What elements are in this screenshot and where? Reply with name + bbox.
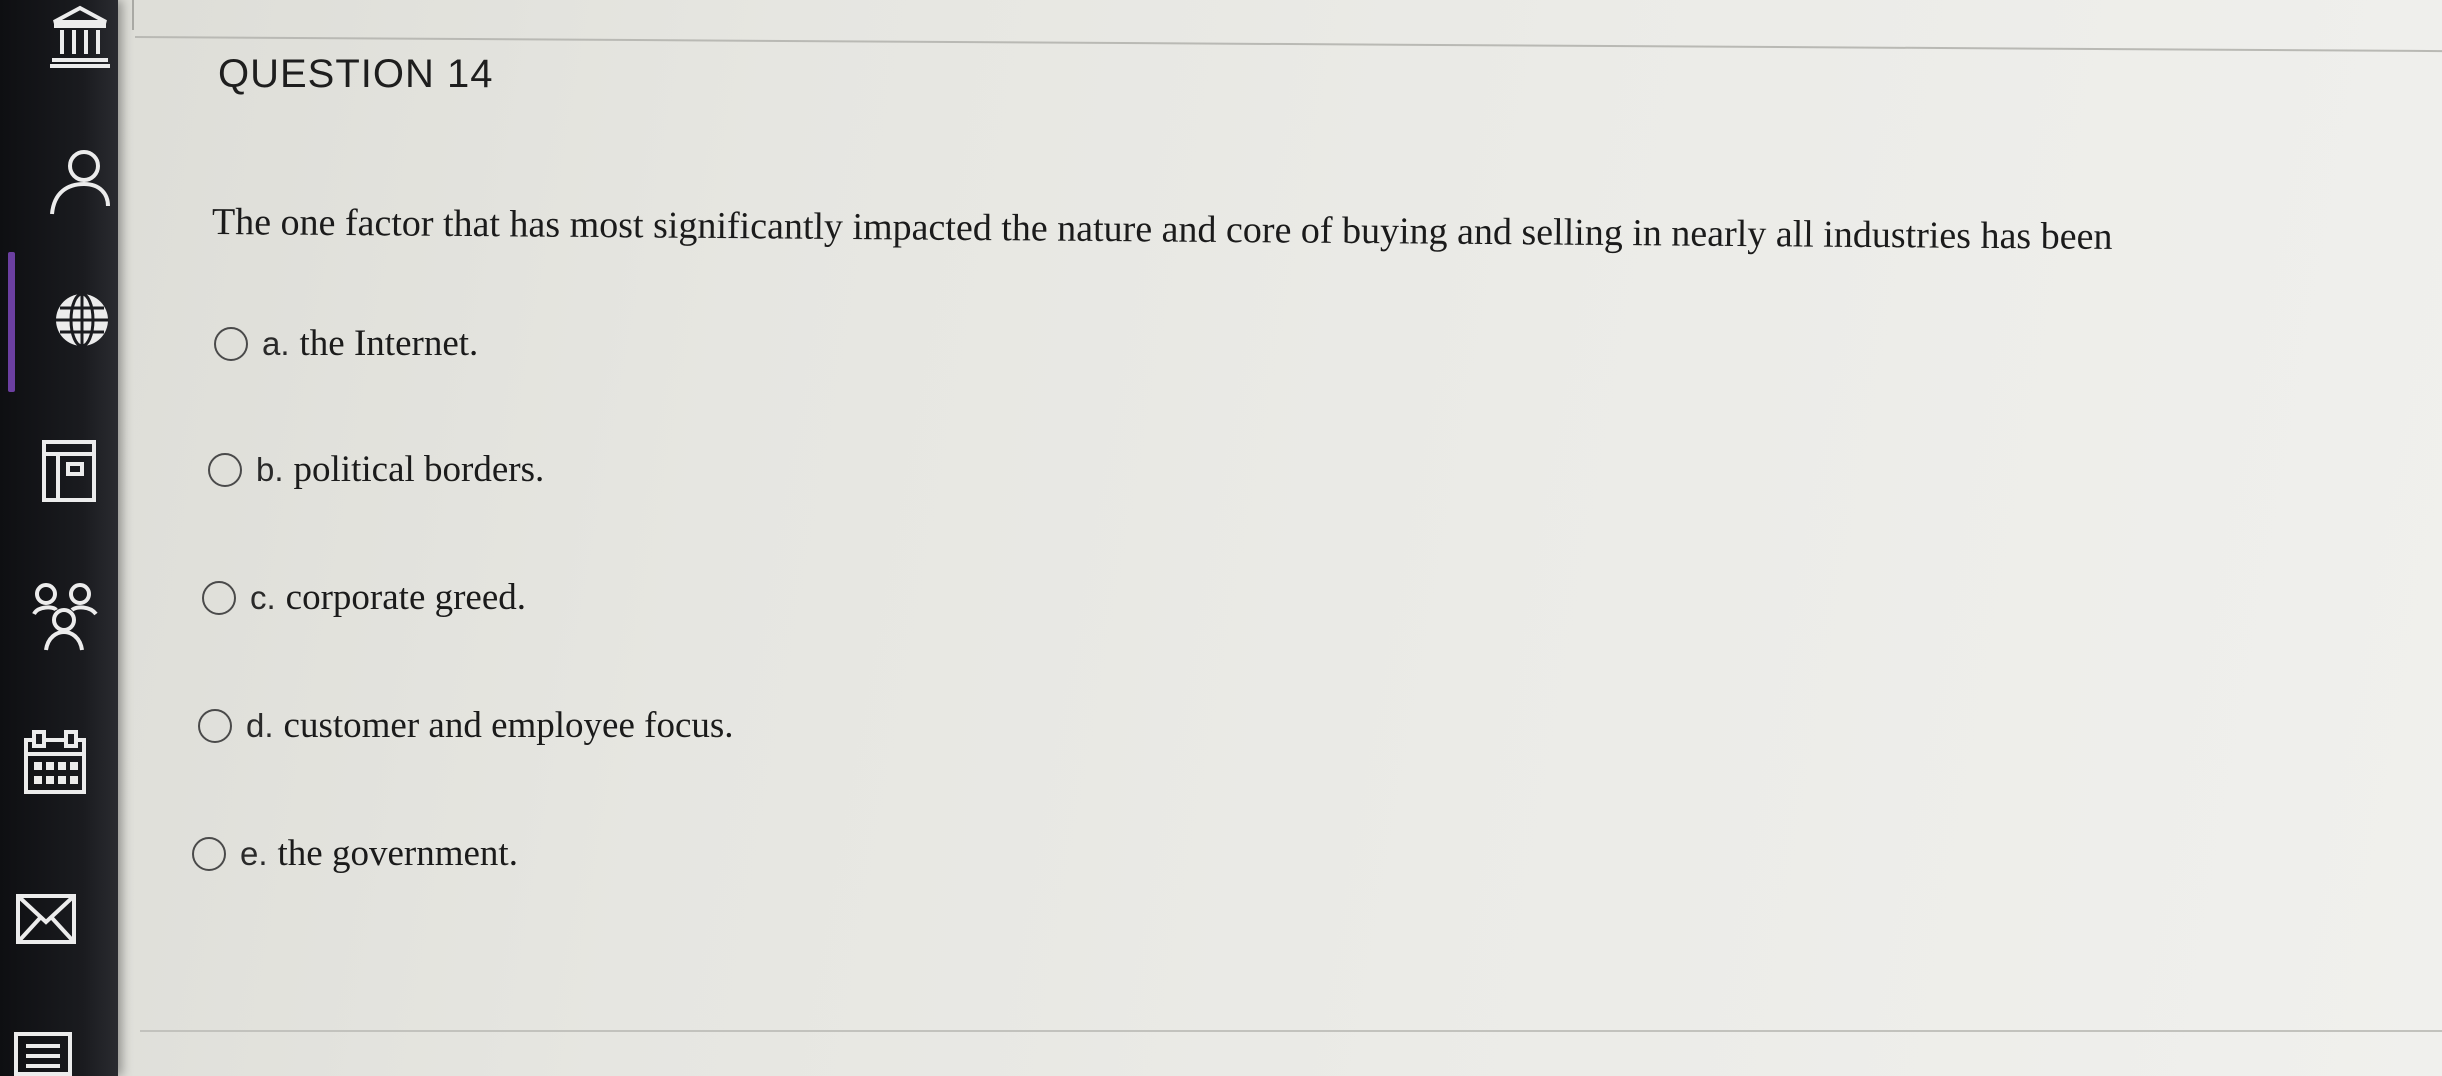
answer-option-b[interactable]: b. political borders. <box>208 448 544 491</box>
answer-option-d[interactable]: d. customer and employee focus. <box>198 704 734 747</box>
question-divider <box>140 1030 2442 1032</box>
radio-button-b[interactable] <box>208 452 242 487</box>
grades-icon[interactable] <box>12 1030 74 1076</box>
active-nav-indicator <box>8 252 15 392</box>
option-letter: d. <box>246 706 274 744</box>
organizations-icon[interactable] <box>40 438 100 504</box>
option-text: the government. <box>277 833 518 874</box>
answer-option-e[interactable]: e. the government. <box>192 832 518 875</box>
option-text: customer and employee focus. <box>283 705 734 746</box>
account-icon[interactable] <box>44 146 110 218</box>
institution-icon[interactable] <box>48 2 112 70</box>
messages-icon[interactable] <box>14 892 78 946</box>
option-text: corporate greed. <box>285 577 527 618</box>
groups-icon[interactable] <box>30 580 102 652</box>
option-text: the Internet. <box>299 323 479 364</box>
radio-button-e[interactable] <box>192 836 226 871</box>
left-sidebar <box>0 0 118 1076</box>
radio-button-a[interactable] <box>214 326 248 361</box>
courses-icon[interactable] <box>50 290 110 350</box>
option-letter: c. <box>250 578 276 616</box>
radio-button-d[interactable] <box>198 708 232 743</box>
question-text: The one factor that has most significant… <box>211 201 2113 258</box>
calendar-icon[interactable] <box>22 730 88 796</box>
answer-option-c[interactable]: c. corporate greed. <box>202 576 526 619</box>
option-letter: a. <box>262 324 290 362</box>
option-text: political borders. <box>293 449 545 490</box>
panel-top-border <box>135 0 2442 53</box>
panel-left-edge <box>132 0 134 30</box>
option-letter: b. <box>256 450 284 488</box>
question-title: QUESTION 14 <box>218 52 494 96</box>
option-letter: e. <box>240 834 268 872</box>
radio-button-c[interactable] <box>202 580 236 615</box>
answer-option-a[interactable]: a. the Internet. <box>214 322 478 365</box>
